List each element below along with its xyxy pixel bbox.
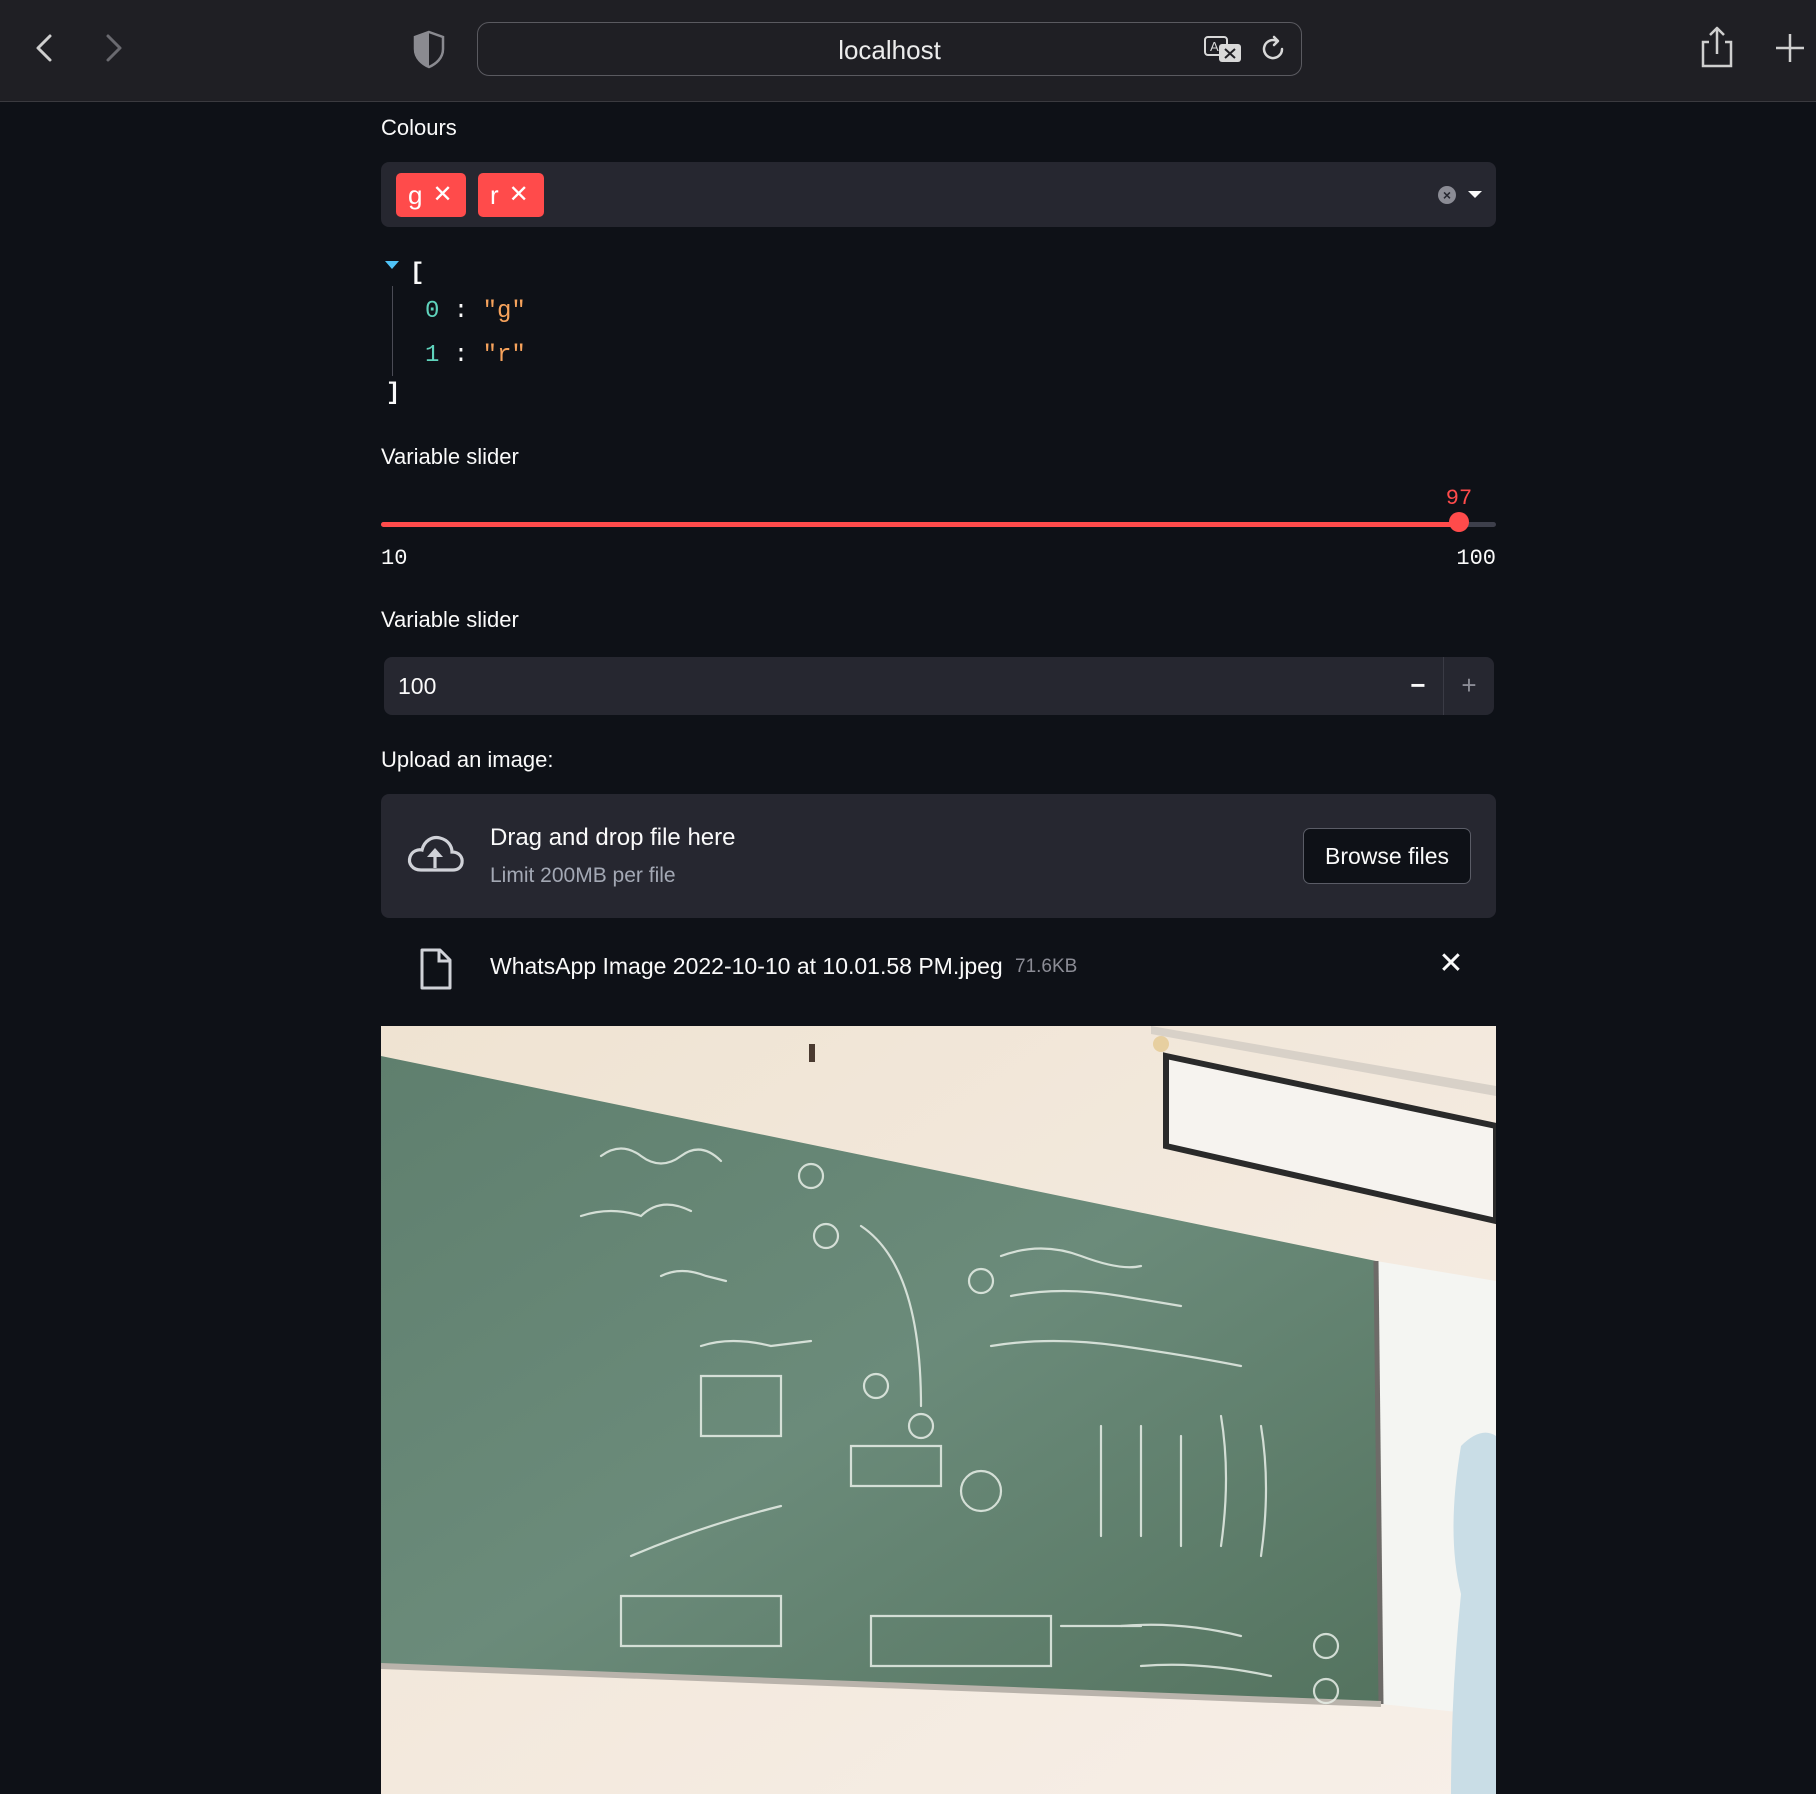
json-value: "g"	[482, 298, 526, 325]
colours-multiselect[interactable]: g ✕ r ✕ ×	[381, 162, 1496, 227]
file-dropzone[interactable]: Drag and drop file here Limit 200MB per …	[381, 794, 1496, 918]
forward-icon[interactable]	[94, 26, 134, 70]
file-size: 71.6KB	[1015, 956, 1078, 977]
file-name: WhatsApp Image 2022-10-10 at 10.01.58 PM…	[490, 953, 1003, 979]
json-close-bracket: ]	[386, 380, 401, 407]
slider-value: 97	[1445, 486, 1473, 511]
url-text: localhost	[838, 35, 941, 65]
browser-toolbar: localhost A	[0, 0, 1816, 102]
share-icon[interactable]	[1697, 24, 1737, 72]
json-item: 0 : "g"	[425, 298, 526, 325]
json-value: "r"	[482, 342, 526, 369]
address-bar[interactable]: localhost A	[477, 22, 1302, 76]
slider-track[interactable]	[381, 522, 1496, 527]
slider-fill	[381, 522, 1459, 527]
decrement-button[interactable]: −	[1393, 657, 1443, 715]
browse-files-button[interactable]: Browse files	[1303, 828, 1471, 884]
uploader-label: Upload an image:	[381, 747, 554, 772]
slider-thumb[interactable]	[1449, 512, 1469, 532]
uploaded-image	[381, 1026, 1496, 1794]
number-input[interactable]: 100 − +	[384, 657, 1494, 715]
slider-max: 100	[1456, 546, 1496, 571]
number-input-value[interactable]: 100	[398, 673, 436, 700]
json-open-bracket: [	[410, 260, 425, 287]
new-tab-icon[interactable]	[1772, 28, 1808, 68]
dropzone-limit: Limit 200MB per file	[490, 864, 676, 887]
chalkboard-photo	[381, 1026, 1496, 1794]
json-separator: :	[439, 298, 483, 325]
cloud-upload-icon	[405, 830, 465, 878]
slider-min: 10	[381, 546, 408, 571]
reload-icon[interactable]	[1257, 33, 1289, 65]
colours-label: Colours	[381, 115, 457, 140]
svg-text:A: A	[1210, 39, 1219, 54]
increment-button[interactable]: +	[1443, 657, 1494, 715]
clear-all-icon[interactable]: ×	[1438, 186, 1456, 204]
json-separator: :	[439, 342, 483, 369]
tag-text: g	[408, 179, 423, 210]
tag-text: r	[490, 179, 499, 210]
remove-file-icon[interactable]: ✕	[1436, 949, 1466, 979]
json-index: 1	[425, 342, 440, 369]
tag-r[interactable]: r ✕	[478, 173, 544, 217]
shield-icon[interactable]	[410, 28, 448, 70]
uploaded-file: WhatsApp Image 2022-10-10 at 10.01.58 PM…	[381, 939, 1496, 999]
back-icon[interactable]	[24, 26, 64, 70]
json-item: 1 : "r"	[425, 342, 526, 369]
remove-tag-icon[interactable]: ✕	[509, 183, 529, 207]
tag-g[interactable]: g ✕	[396, 173, 466, 217]
json-guide-line	[392, 286, 393, 376]
file-icon	[418, 947, 454, 991]
collapse-toggle-icon[interactable]	[385, 261, 399, 269]
translate-icon[interactable]: A	[1203, 34, 1243, 64]
chevron-down-icon[interactable]	[1468, 191, 1482, 198]
slider-label: Variable slider	[381, 444, 519, 469]
number-input-label: Variable slider	[381, 607, 519, 632]
json-index: 0	[425, 298, 440, 325]
dropzone-title: Drag and drop file here	[490, 824, 736, 851]
remove-tag-icon[interactable]: ✕	[432, 183, 452, 207]
